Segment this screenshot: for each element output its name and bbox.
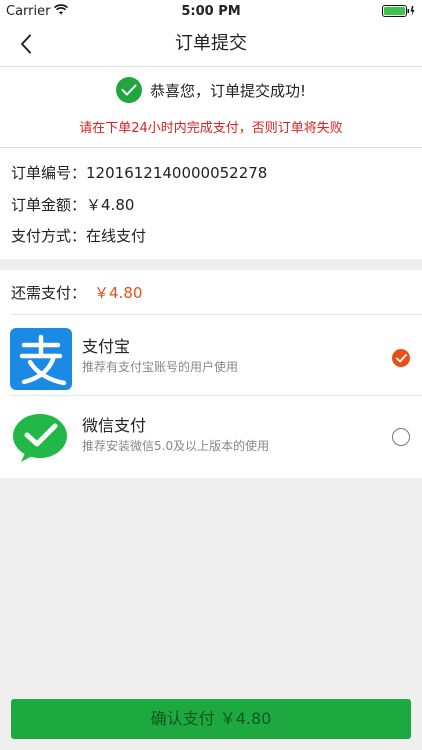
status-time: 5:00 PM <box>181 3 241 19</box>
order-info-card: 订单编号：1201612140000052278 订单金额：￥4.80 支付方式… <box>0 148 422 259</box>
order-amount-row: 订单金额：￥4.80 <box>11 194 134 215</box>
wechat-pay-radio-icon[interactable] <box>392 428 410 446</box>
pay-option-wechat[interactable]: 微信支付 推荐安装微信5.0及以上版本的使用 <box>0 400 422 470</box>
payment-card: 还需支付： ￥4.80 支付宝 推荐有支付宝账号的用户使用 微信支付 推荐安装微… <box>0 270 422 478</box>
confirm-payment-button[interactable]: 确认支付 ￥4.80 <box>11 699 411 739</box>
navigation-bar: 订单提交 <box>0 22 422 67</box>
remaining-payment: 还需支付： ￥4.80 <box>11 282 142 303</box>
success-line: 恭喜您，订单提交成功! <box>0 77 422 103</box>
alipay-description: 推荐有支付宝账号的用户使用 <box>82 360 239 374</box>
divider <box>11 314 422 315</box>
success-check-icon <box>115 77 142 103</box>
remaining-amount: ￥4.80 <box>94 284 143 302</box>
wechat-pay-name: 微信支付 <box>82 416 147 435</box>
alipay-radio-checked-icon[interactable] <box>392 349 410 367</box>
alipay-icon <box>10 328 72 390</box>
payment-method-value: 在线支付 <box>86 227 147 245</box>
order-number-label: 订单编号： <box>11 164 87 182</box>
order-number-value: 1201612140000052278 <box>86 164 268 182</box>
page-title: 订单提交 <box>175 33 247 54</box>
order-amount-label: 订单金额： <box>11 196 87 214</box>
order-number-row: 订单编号：1201612140000052278 <box>11 162 267 183</box>
remaining-label: 还需支付： <box>11 284 87 302</box>
battery-icon <box>382 5 416 17</box>
status-bar: Carrier 5:00 PM <box>0 0 422 22</box>
payment-method-row: 支付方式：在线支付 <box>11 225 146 246</box>
success-card: 恭喜您，订单提交成功! 请在下单24小时内完成支付，否则订单将失败 <box>0 67 422 148</box>
order-amount-value: ￥4.80 <box>86 196 135 214</box>
pay-option-alipay[interactable]: 支付宝 推荐有支付宝账号的用户使用 <box>0 321 422 391</box>
alipay-name: 支付宝 <box>82 337 131 356</box>
payment-deadline-warning: 请在下单24小时内完成支付，否则订单将失败 <box>79 121 343 136</box>
wechat-pay-description: 推荐安装微信5.0及以上版本的使用 <box>82 439 270 453</box>
success-message: 恭喜您，订单提交成功! <box>149 81 306 100</box>
divider <box>11 395 422 396</box>
wechat-pay-icon <box>10 407 72 469</box>
payment-method-label: 支付方式： <box>11 227 87 245</box>
